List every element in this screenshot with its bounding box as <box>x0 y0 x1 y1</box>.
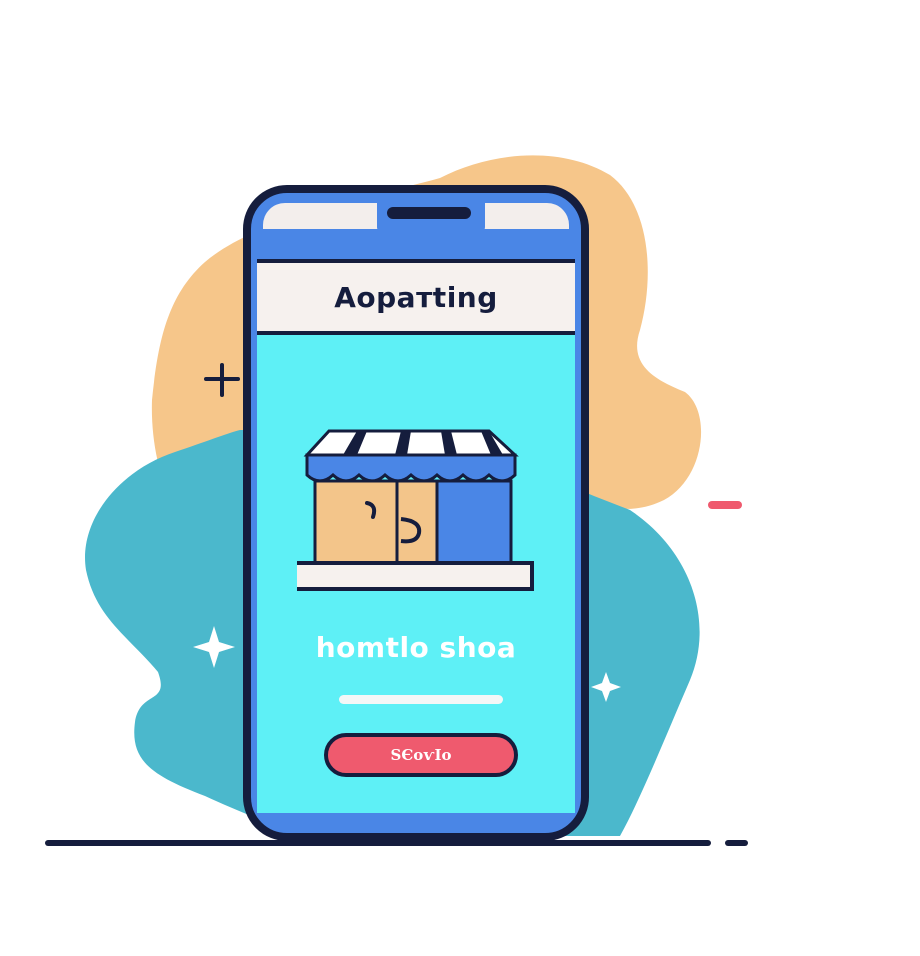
placeholder-text-line <box>339 695 503 704</box>
storefront-icon <box>297 429 534 591</box>
illustration-scene: Aopaтting homtlo shoa ЅЄоѵІо <box>0 0 920 956</box>
smartphone: Aopaтting homtlo shoa ЅЄоѵІо <box>243 185 589 841</box>
shop-name: homtlo shoa <box>315 631 517 664</box>
action-button-label: ЅЄоѵІо <box>390 746 452 764</box>
action-button[interactable]: ЅЄоѵІо <box>324 733 518 777</box>
phone-screen: homtlo shoa ЅЄоѵІо <box>257 335 575 813</box>
speaker-icon <box>387 207 471 219</box>
header-title: Aopaтting <box>334 280 498 314</box>
app-header: Aopaтting <box>257 259 575 335</box>
